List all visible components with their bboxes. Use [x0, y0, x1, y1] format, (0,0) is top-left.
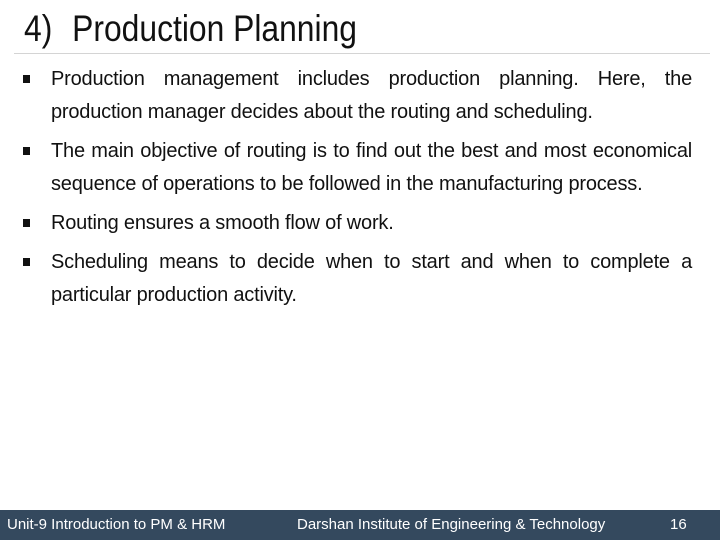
bullet-text: Production management includes productio… [51, 68, 692, 123]
slide-footer: Unit-9 Introduction to PM & HRM Darshan … [0, 510, 720, 540]
bullet-text: The main objective of routing is to find… [51, 140, 692, 195]
square-bullet-icon [23, 219, 30, 227]
slide-title: 4) Production Planning [24, 6, 357, 52]
bullet-item: Routing ensures a smooth flow of work. [20, 207, 692, 240]
title-text: Production Planning [72, 8, 357, 49]
bullet-item: The main objective of routing is to find… [20, 135, 692, 201]
square-bullet-icon [23, 75, 30, 83]
bullet-item: Scheduling means to decide when to start… [20, 246, 692, 312]
bullet-text: Routing ensures a smooth flow of work. [51, 212, 394, 234]
bullet-list: Production management includes productio… [20, 63, 692, 318]
footer-page-number: 16 [670, 516, 687, 533]
footer-unit: Unit-9 Introduction to PM & HRM [7, 516, 226, 533]
square-bullet-icon [23, 147, 30, 155]
bullet-item: Production management includes productio… [20, 63, 692, 129]
footer-institute: Darshan Institute of Engineering & Techn… [297, 516, 606, 533]
bullet-text: Scheduling means to decide when to start… [51, 251, 692, 306]
title-number: 4) [24, 8, 53, 49]
title-divider [14, 53, 710, 54]
square-bullet-icon [23, 258, 30, 266]
